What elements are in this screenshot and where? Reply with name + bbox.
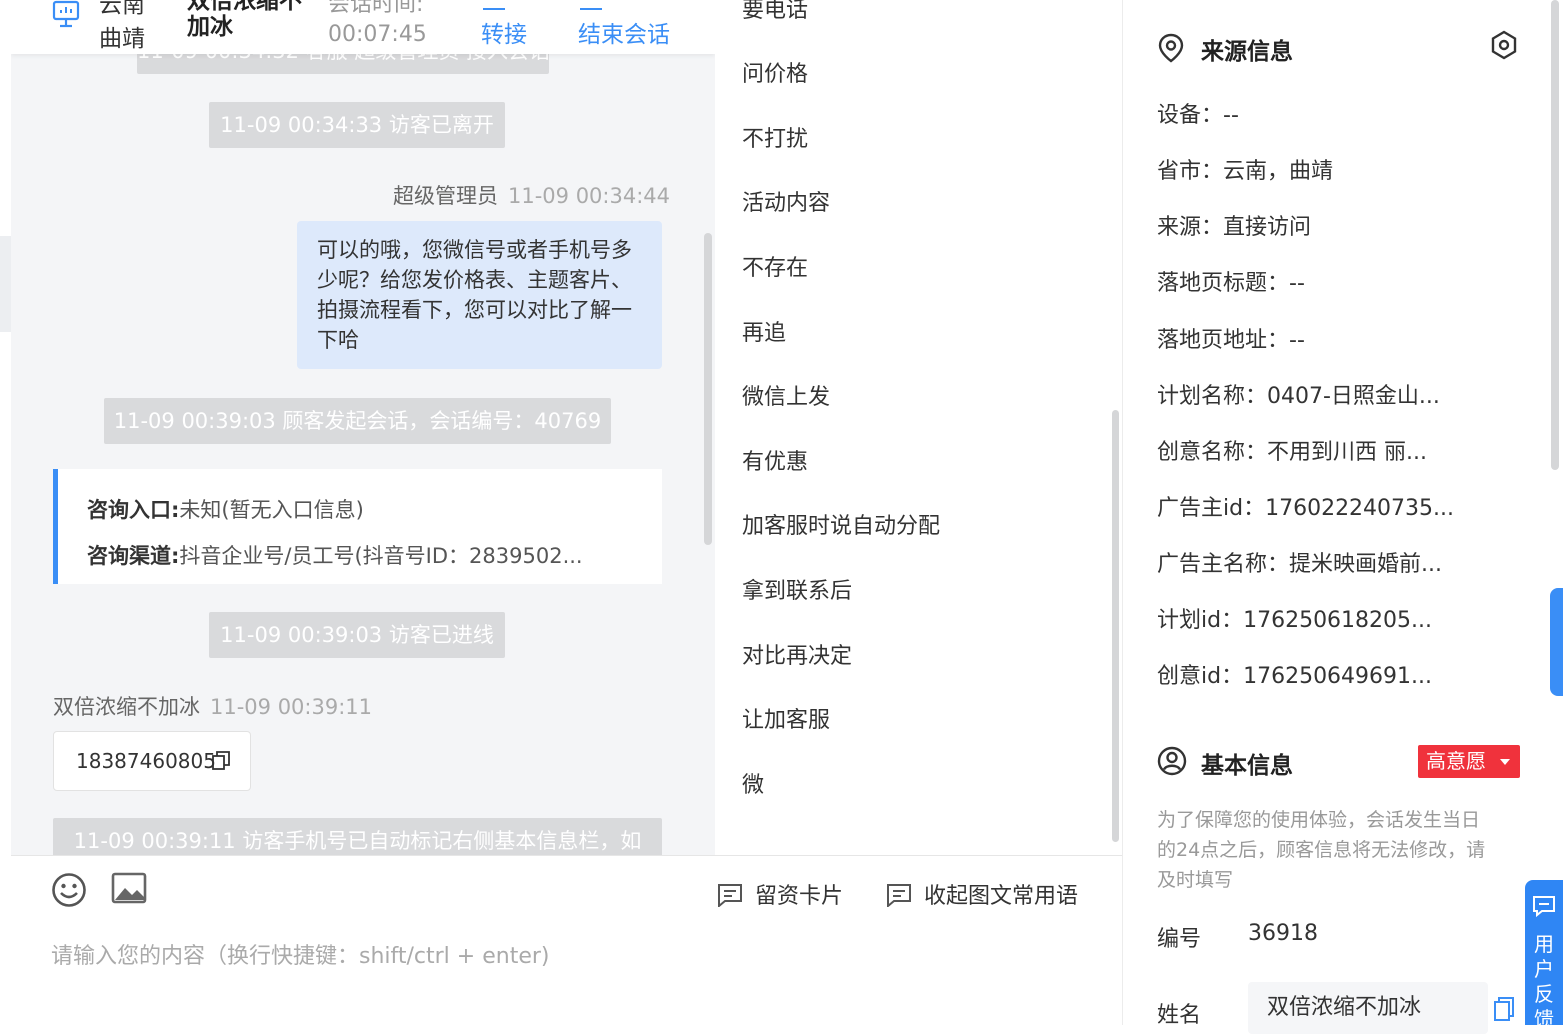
copy-icon[interactable] [212, 751, 230, 771]
phrase-item[interactable]: 不打扰 [742, 123, 808, 157]
end-session-icon[interactable] [580, 0, 602, 10]
location-pin-icon [1158, 33, 1184, 63]
phrase-item[interactable]: 问价格 [742, 58, 808, 92]
id-label: 编号 [1157, 927, 1202, 952]
transfer-icon[interactable] [483, 0, 505, 10]
end-session-button[interactable]: 结束会话 [578, 18, 670, 52]
consult-entry-row: 咨询入口:未知(暂无入口信息) [87, 498, 364, 522]
phrase-item[interactable]: 活动内容 [742, 187, 830, 221]
message-input[interactable]: 请输入您的内容（换行快捷键：shift/ctrl + enter) [51, 938, 549, 970]
visitor-message-time: 11-09 00:39:11 [210, 695, 373, 719]
chat-header: 云南 曲靖 双倍浓缩不加冰 会话时间: 00:07:45 转接 结束会话 [11, 0, 715, 54]
chat-panel: 11-09 00:34:32 客服 超级管理员 接入会话 云南 曲靖 双倍浓缩不… [11, 0, 715, 855]
system-message-left: 11-09 00:34:33 访客已离开 [209, 102, 505, 148]
caret-down-icon [1500, 759, 1510, 765]
source-row: 设备：-- [1157, 103, 1239, 128]
source-row: 广告主id：176022240735... [1157, 496, 1455, 521]
lead-card-button[interactable]: 留资卡片 [717, 878, 843, 910]
visitor-name: 双倍浓缩不加冰 [187, 0, 302, 40]
visitor-info-panel: 来源信息 设备：-- 省市：云南，曲靖 来源：直接访问 落地页标题：-- 落地页… [1123, 0, 1563, 1034]
system-message-session: 11-09 00:39:03 顾客发起会话，会话编号：40769 [104, 398, 611, 444]
source-row: 创意id：176250649691... [1157, 664, 1433, 689]
phrases-icon [887, 884, 911, 909]
phrase-item[interactable]: 不存在 [742, 252, 808, 286]
intent-dropdown[interactable]: 高意愿 [1418, 745, 1520, 778]
visitor-message-name: 双倍浓缩不加冰 [53, 695, 200, 719]
settings-hexagon-icon[interactable] [1489, 30, 1519, 60]
phrase-item[interactable]: 拿到联系后 [742, 575, 852, 609]
system-message-phone-marked: 11-09 00:39:11 访客手机号已自动标记右侧基本信息栏，如 [53, 818, 662, 855]
agent-name: 超级管理员 [393, 184, 498, 208]
emoji-icon[interactable] [51, 872, 87, 908]
feedback-icon [1533, 896, 1555, 918]
source-row: 计划id：176250618205... [1157, 608, 1433, 633]
transfer-button[interactable]: 转接 [481, 18, 527, 52]
system-message-joined: 11-09 00:39:03 访客已进线 [209, 612, 505, 658]
visitor-message-meta: 双倍浓缩不加冰 11-09 00:39:11 [53, 691, 372, 721]
message-input-area: 留资卡片 收起图文常用语 请输入您的内容（换行快捷键：shift/ctrl + … [11, 855, 1122, 1026]
left-edge [0, 0, 11, 1025]
feedback-label: 用户反馈 [1534, 932, 1554, 1031]
source-row: 来源：直接访问 [1157, 215, 1312, 240]
agent-message-bubble: 可以的哦，您微信号或者手机号多少呢？给您发价格表、主题客片、拍摄流程看下，您可以… [297, 221, 662, 369]
visitor-phone-message: 18387460805 [53, 731, 251, 791]
source-row: 省市：云南，曲靖 [1157, 159, 1334, 184]
name-input[interactable]: 双倍浓缩不加冰 [1248, 982, 1488, 1034]
lead-card-icon [718, 884, 742, 909]
phrase-item[interactable]: 加客服时说自动分配 [742, 510, 940, 544]
side-edge-tab[interactable] [1550, 588, 1563, 696]
left-edge-tab [0, 236, 11, 332]
source-info-title: 来源信息 [1201, 39, 1293, 65]
source-row: 广告主名称：提米映画婚前... [1157, 552, 1442, 577]
chat-scrollbar[interactable] [704, 233, 712, 545]
visitor-location: 云南 曲靖 [99, 0, 145, 52]
agent-message-meta: 超级管理员 11-09 00:34:44 [393, 180, 670, 210]
user-circle-icon [1157, 746, 1187, 776]
phrase-item[interactable]: 让加客服 [742, 704, 830, 738]
source-row: 创意名称：不用到川西 丽... [1157, 440, 1427, 465]
info-scrollbar[interactable] [1551, 0, 1559, 470]
phrase-item[interactable]: 要电话 [742, 0, 808, 28]
name-label: 姓名 [1157, 1003, 1202, 1028]
phrase-item[interactable]: 再追 [742, 317, 786, 351]
phrase-item[interactable]: 有优惠 [742, 446, 808, 480]
phrases-scrollbar[interactable] [1112, 410, 1119, 842]
consult-entry-card: 咨询入口:未知(暂无入口信息) 咨询渠道:抖音企业号/员工号(抖音号ID：283… [53, 469, 662, 584]
image-icon[interactable] [111, 872, 147, 904]
user-feedback-button[interactable]: 用户反馈 [1525, 880, 1563, 1031]
phrase-item[interactable]: 微信上发 [742, 381, 830, 415]
quick-phrases-panel: 要电话 问价格 不打扰 活动内容 不存在 再追 微信上发 有优惠 加客服时说自动… [715, 0, 1122, 855]
collapse-phrases-button[interactable]: 收起图文常用语 [886, 878, 1078, 910]
consult-channel-row: 咨询渠道:抖音企业号/员工号(抖音号ID：2839502... [87, 544, 583, 568]
agent-message-time: 11-09 00:34:44 [508, 184, 671, 208]
source-row: 落地页地址：-- [1157, 328, 1305, 353]
source-row: 落地页标题：-- [1157, 271, 1305, 296]
edit-notice: 为了保障您的使用体验，会话发生当日的24点之后，顾客信息将无法修改，请及时填写 [1157, 809, 1486, 891]
session-time-value: 00:07:45 [328, 22, 427, 47]
source-row: 计划名称：0407-日照金山... [1157, 384, 1440, 409]
basic-info-title: 基本信息 [1201, 753, 1293, 779]
phrase-item[interactable]: 微 [742, 769, 764, 803]
monitor-icon [52, 0, 80, 28]
phrase-item[interactable]: 对比再决定 [742, 640, 852, 674]
document-icon[interactable] [1493, 996, 1515, 1022]
id-value: 36918 [1248, 921, 1318, 946]
